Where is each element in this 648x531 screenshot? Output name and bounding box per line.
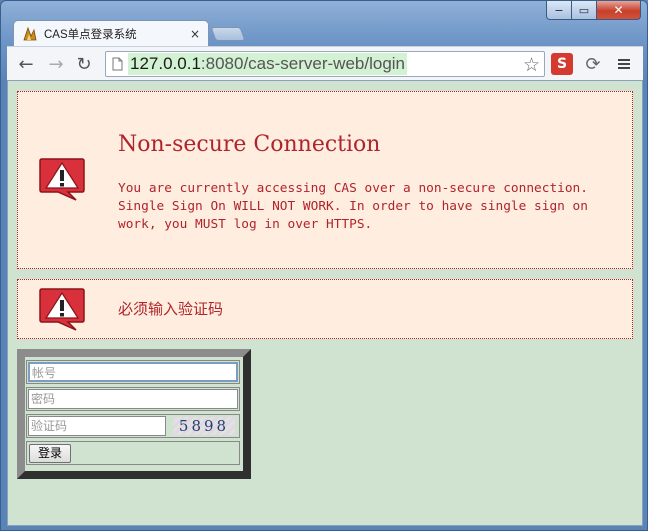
captcha-image[interactable]: 5898 xyxy=(173,417,235,435)
submit-row: 登录 xyxy=(26,441,240,465)
captcha-input[interactable]: 验证码 xyxy=(28,416,166,436)
login-button[interactable]: 登录 xyxy=(29,444,71,463)
address-bar[interactable]: 127.0.0.1:8080/cas-server-web/login ☆ xyxy=(105,51,545,77)
minimize-button[interactable]: − xyxy=(546,1,572,20)
window-controls: − ▭ ✕ xyxy=(546,1,641,21)
username-row: 帐号 xyxy=(26,360,240,384)
warning-icon xyxy=(39,288,85,331)
tab-close-icon[interactable]: × xyxy=(190,27,200,41)
password-input[interactable]: 密码 xyxy=(28,389,238,409)
captcha-error-box: 必须输入验证码 xyxy=(17,279,633,339)
warning-icon xyxy=(39,158,85,201)
browser-menu-icon[interactable] xyxy=(613,53,635,75)
username-input[interactable]: 帐号 xyxy=(28,362,238,382)
login-form: 帐号 密码 验证码 5898 登录 xyxy=(17,349,251,479)
url-host: 127.0.0.1 xyxy=(130,54,201,73)
captcha-error-text: 必须输入验证码 xyxy=(118,300,224,318)
browser-toolbar: ← → ↻ 127.0.0.1:8080/cas-server-web/logi… xyxy=(7,46,643,80)
extension-s-icon[interactable]: S xyxy=(551,53,573,75)
page-icon xyxy=(106,52,128,76)
warning-title: Non-secure Connection xyxy=(118,132,381,157)
captcha-row: 验证码 5898 xyxy=(26,414,240,438)
new-tab-button[interactable] xyxy=(210,27,246,41)
browser-tab[interactable]: CAS单点登录系统 × xyxy=(13,20,209,46)
forward-button[interactable]: → xyxy=(43,51,69,77)
bookmark-star-icon[interactable]: ☆ xyxy=(523,54,540,76)
close-window-button[interactable]: ✕ xyxy=(597,1,641,20)
tab-title: CAS单点登录系统 xyxy=(44,28,137,41)
browser-window: − ▭ ✕ CAS单点登录系统 × ← → ↻ 127.0.0.1:8080/c… xyxy=(0,0,648,531)
reload-button[interactable]: ↻ xyxy=(71,51,97,77)
page-content: Non-secure Connection You are currently … xyxy=(7,80,643,526)
warning-body: You are currently accessing CAS over a n… xyxy=(118,181,588,232)
extension-sync-icon[interactable]: ⟳ xyxy=(582,53,604,75)
maximize-button[interactable]: ▭ xyxy=(572,1,597,20)
url-text: 127.0.0.1:8080/cas-server-web/login xyxy=(128,53,408,75)
url-path: :8080/cas-server-web/login xyxy=(200,54,406,73)
cas-logo-icon xyxy=(23,26,37,40)
nonsecure-warning-box: Non-secure Connection You are currently … xyxy=(17,91,633,269)
back-button[interactable]: ← xyxy=(13,51,39,77)
password-row: 密码 xyxy=(26,387,240,411)
